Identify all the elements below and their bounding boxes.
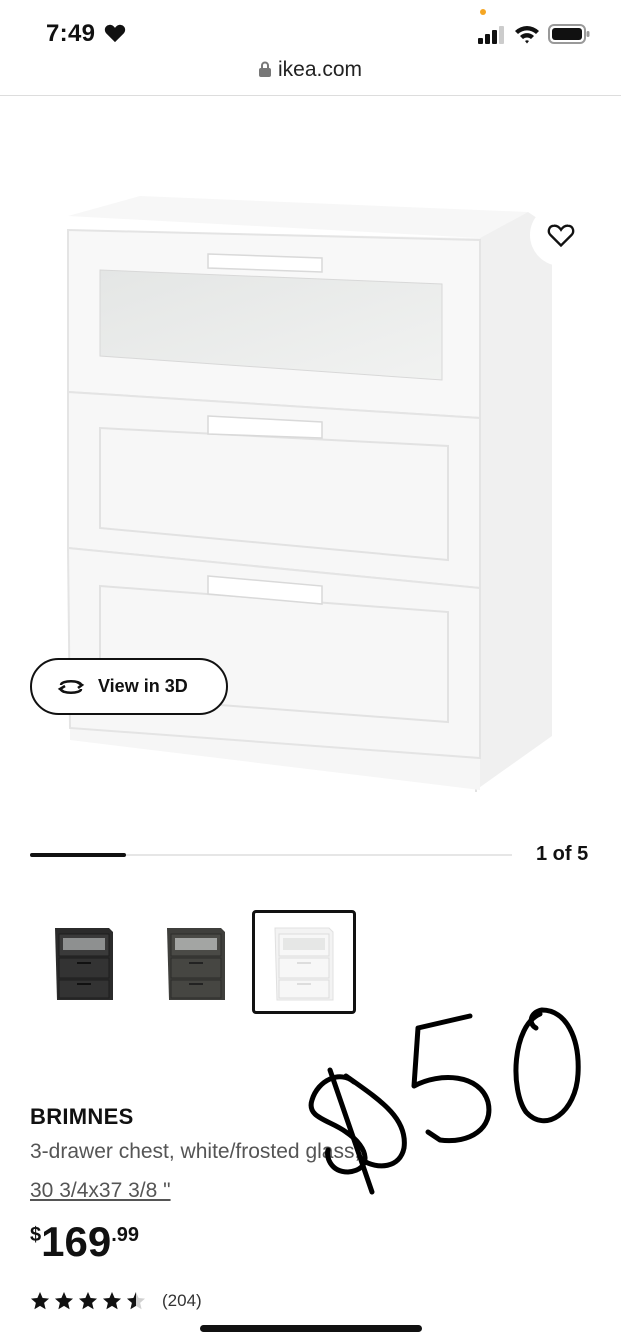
home-indicator [200,1325,422,1332]
star-full-icon [103,1292,121,1310]
dresser-thumbnail-image [274,927,334,1001]
product-description: 3-drawer chest, white/frosted glass, [30,1140,361,1163]
url-text: ikea.com [277,58,363,81]
price-integer: 169 [41,1218,112,1265]
star-full-icon [55,1292,73,1310]
product-rating[interactable]: (204) [30,1291,202,1311]
rotate-3d-icon [57,679,85,694]
status-bar: 7:49 [0,0,621,66]
thumbnail-black-brown[interactable] [32,910,136,1014]
thumbnail-white[interactable] [252,910,356,1014]
status-time: 7:49 [46,20,96,47]
carousel-progress-fill [30,853,127,857]
view-in-3d-label: View in 3D [98,676,188,696]
cellular-signal-icon [478,26,504,44]
heart-outline-icon [547,224,575,248]
favorite-button[interactable] [530,204,592,266]
battery-icon [548,24,590,44]
star-half-icon [127,1292,145,1310]
handwritten-price-annotation [308,1007,581,1195]
heart-icon [104,24,126,43]
view-in-3d-button[interactable]: View in 3D [30,658,228,715]
star-full-icon [31,1292,49,1310]
star-full-icon [79,1292,97,1310]
address-bar[interactable]: ikea.com [0,58,621,82]
review-count: (204) [162,1291,202,1310]
price-currency: $ [30,1224,42,1246]
thumbnail-dark-gray[interactable] [144,910,248,1014]
product-price: $169.99 [30,1218,139,1266]
lock-icon [258,61,271,77]
dresser-thumbnail-image [55,928,113,1000]
product-size-link[interactable]: 30 3/4x37 3/8 " [30,1179,171,1203]
price-decimal: .99 [111,1224,140,1246]
dresser-thumbnail-image [167,928,225,1000]
privacy-indicator-dot [480,9,486,15]
wifi-icon [515,26,539,44]
carousel-position-label: 1 of 5 [536,843,589,865]
product-name: BRIMNES [30,1104,134,1129]
carousel-progress-track [30,853,512,857]
rating-stars [30,1291,146,1311]
